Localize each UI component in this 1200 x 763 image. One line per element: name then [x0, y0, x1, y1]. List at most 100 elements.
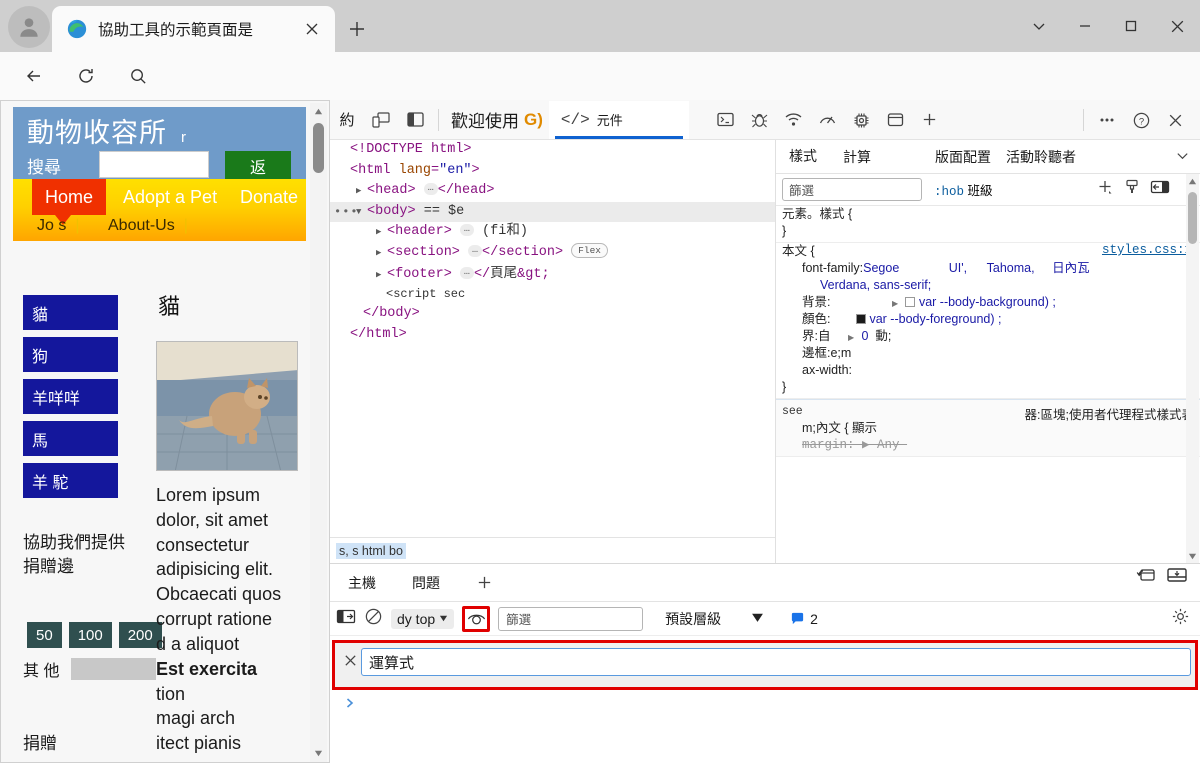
other-amount-input[interactable] [71, 658, 156, 680]
collapsed-children-icon[interactable]: … [460, 267, 474, 279]
css-declaration-maxwidth[interactable]: ax-width: [776, 362, 1200, 379]
live-expression-icon[interactable] [462, 606, 490, 632]
close-live-expression-icon[interactable] [339, 648, 361, 672]
dom-node-html[interactable]: <html lang="en"> [330, 161, 775, 182]
close-tab-icon[interactable] [297, 14, 327, 44]
scrollbar-thumb[interactable] [1188, 192, 1197, 244]
devtools-help-button[interactable]: ? [1124, 103, 1158, 137]
scroll-down-icon[interactable] [310, 745, 327, 762]
device-emulation-icon[interactable] [364, 103, 398, 137]
site-back-button[interactable]: 返 [225, 151, 291, 180]
dom-node-script[interactable]: <script sec [330, 284, 775, 305]
site-subnav-jobs[interactable]: Jo s| [37, 217, 80, 235]
css-declaration-cont[interactable]: Verdana, sans-serif; [776, 277, 1200, 294]
devtools-more-button[interactable] [1090, 103, 1124, 137]
scroll-down-icon[interactable] [1186, 549, 1199, 563]
devtools-close-button[interactable] [1158, 103, 1192, 137]
tab-search-button[interactable] [1016, 0, 1062, 52]
css-source-link[interactable]: styles.css:1 [1102, 243, 1192, 257]
styles-filter-input[interactable]: 篩選 [782, 178, 922, 201]
css-rule-element-style[interactable]: 元素。樣式 { } [776, 206, 1200, 243]
css-declaration-border[interactable]: 邊框:e;m [776, 345, 1200, 362]
css-declaration-color[interactable]: 顏色: var --body-foreground) ; [776, 311, 1200, 328]
scroll-up-icon[interactable] [1186, 174, 1199, 188]
dom-node-footer[interactable]: ▶<footer> …</頁尾&gt; [330, 263, 775, 284]
new-rule-icon[interactable] [1096, 178, 1114, 201]
live-expression-input[interactable]: 運算式 [361, 648, 1191, 676]
tab-issues[interactable]: 問題 [394, 565, 458, 601]
panel-memory-icon[interactable] [845, 103, 879, 137]
page-scrollbar[interactable] [310, 103, 327, 762]
style-brush-icon[interactable] [1124, 178, 1140, 201]
back-button[interactable] [18, 60, 50, 92]
dom-node-html-close[interactable]: </html> [330, 325, 775, 346]
browser-tab[interactable]: 協助工具的示範頁面是 [52, 6, 335, 52]
panel-application-icon[interactable] [879, 103, 913, 137]
site-search-input[interactable] [99, 151, 209, 178]
hover-class-toggle[interactable]: :hob :hob 班級班級 [934, 180, 993, 199]
category-dog[interactable]: 狗 [23, 337, 118, 372]
tab-elements[interactable]: </> 元件 [549, 101, 689, 139]
site-nav-home[interactable]: Home [32, 179, 106, 215]
site-nav-adopt[interactable]: Adopt a Pet [123, 179, 217, 215]
console-message-count[interactable]: 2 [790, 611, 818, 627]
dom-node-header[interactable]: ▶<header> … (fi和) [330, 222, 775, 243]
expand-triangle-icon[interactable]: ▶ [356, 181, 367, 202]
panel-console-icon[interactable] [709, 103, 743, 137]
collapsed-children-icon[interactable]: … [424, 183, 438, 195]
dom-node-section[interactable]: ▶<section> …</section> Flex [330, 243, 775, 264]
add-drawer-tab-button[interactable] [458, 565, 511, 601]
tab-styles[interactable]: 樣式 [776, 141, 830, 173]
node-menu-icon[interactable]: ••• [334, 202, 359, 223]
css-rule-body[interactable]: 本文 { styles.css:1 font-family:Segoe UI',… [776, 243, 1200, 399]
tab-computed[interactable]: 計算 [830, 141, 884, 173]
site-nav-donate[interactable]: Donate [240, 179, 298, 215]
tab-layout[interactable]: 版面配置 [922, 141, 1004, 173]
maximize-button[interactable] [1108, 0, 1154, 52]
restore-drawer-icon[interactable] [1134, 566, 1156, 589]
profile-avatar-button[interactable] [8, 6, 50, 48]
close-window-button[interactable] [1154, 0, 1200, 52]
tab-welcome[interactable]: 歡迎使用 G) [445, 107, 549, 132]
console-prompt[interactable] [330, 690, 1200, 716]
color-swatch[interactable] [905, 297, 915, 307]
site-subnav-about[interactable]: About-Us| [108, 217, 188, 235]
new-tab-button[interactable] [340, 12, 374, 46]
computed-sidebar-icon[interactable] [1150, 179, 1170, 200]
console-sidebar-icon[interactable] [336, 608, 356, 630]
expand-triangle-icon[interactable]: ▶ [376, 222, 387, 243]
css-declaration-overridden[interactable]: margin: ▶ Any- [776, 437, 1200, 454]
console-filter-input[interactable]: 篩選 [498, 607, 643, 631]
reload-button[interactable] [70, 60, 102, 92]
clear-console-icon[interactable] [364, 607, 383, 631]
styles-scrollbar[interactable] [1186, 174, 1199, 563]
category-sheep[interactable]: 羊咩咩 [23, 379, 118, 414]
panel-debugger-icon[interactable] [743, 103, 777, 137]
css-rules[interactable]: 元素。樣式 { } 本文 { styles.css:1 font-family:… [776, 206, 1200, 563]
expand-triangle-icon[interactable]: ▶ [848, 329, 858, 346]
dom-node-body-close[interactable]: </body> [330, 304, 775, 325]
console-level-caret[interactable] [751, 610, 764, 628]
styles-tabs-overflow-button[interactable] [1175, 148, 1190, 168]
settings-gear-icon[interactable] [1171, 607, 1190, 631]
panel-network-icon[interactable] [777, 103, 811, 137]
dom-node-body[interactable]: ••• ▼<body> == $e [330, 202, 775, 223]
expand-triangle-icon[interactable]: ▶ [892, 295, 902, 312]
css-declaration-background[interactable]: 背景: ▶ var --body-background) ; [776, 294, 1200, 311]
dock-bottom-icon[interactable] [1166, 566, 1188, 589]
category-cat[interactable]: 貓 [23, 295, 118, 330]
expand-triangle-icon[interactable]: ▶ [376, 265, 387, 286]
amount-100[interactable]: 100 [69, 622, 112, 648]
minimize-button[interactable] [1062, 0, 1108, 52]
css-rule-user-agent[interactable]: see 器:區塊;使用者代理程式樣式表 m;內文 { 顯示 margin: ▶ … [776, 399, 1200, 457]
collapsed-children-icon[interactable]: … [460, 224, 474, 236]
scroll-up-icon[interactable] [310, 103, 327, 120]
inspect-element-button[interactable]: 約 [330, 103, 364, 137]
color-swatch[interactable] [856, 314, 866, 324]
tab-event-listeners[interactable]: 活動聆聽者 [1004, 141, 1089, 173]
flex-badge[interactable]: Flex [571, 243, 608, 258]
css-declaration[interactable]: font-family:Segoe UI', Tahoma, 日內瓦 [776, 260, 1200, 277]
add-panel-button[interactable] [913, 103, 947, 137]
tab-console[interactable]: 主機 [330, 565, 394, 601]
panel-performance-icon[interactable] [811, 103, 845, 137]
